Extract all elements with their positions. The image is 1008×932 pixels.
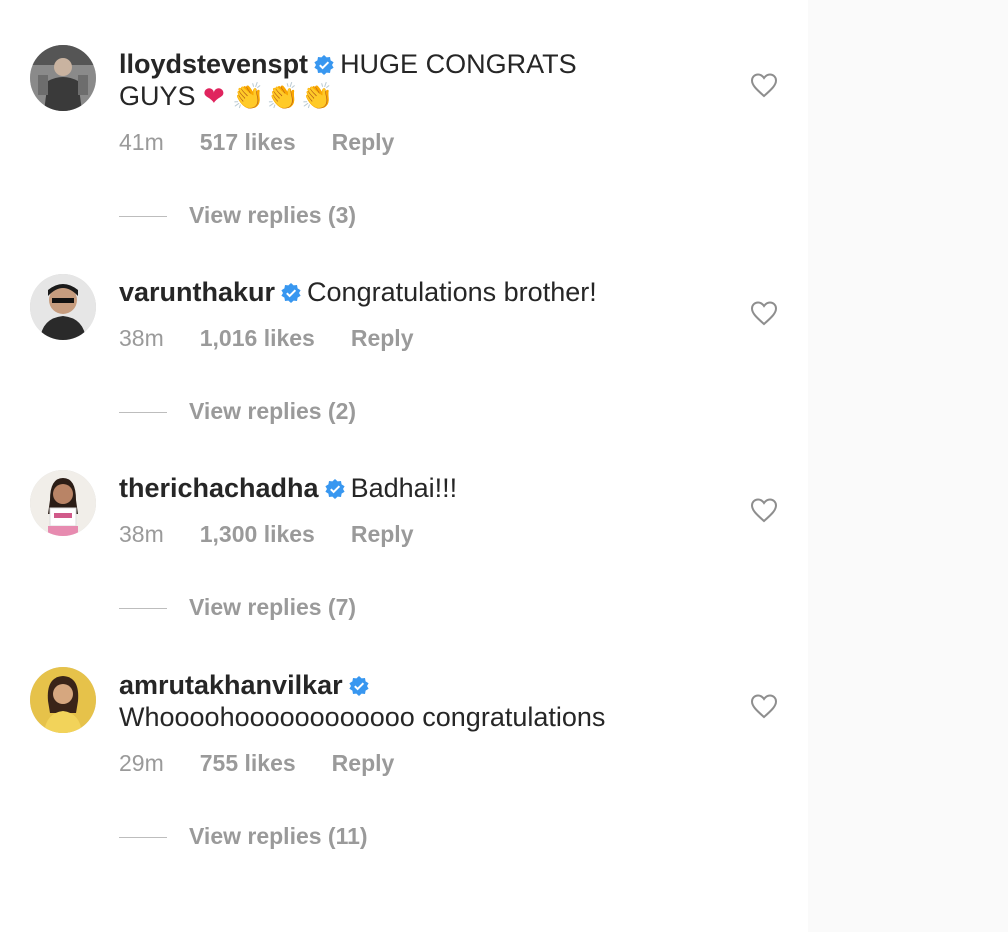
like-heart-icon[interactable] [750,497,778,523]
avatar[interactable] [30,470,96,536]
comment-time: 41m [119,129,164,155]
like-count[interactable]: 755 likes [200,750,296,776]
view-replies-label[interactable]: View replies (2) [189,398,356,424]
like-heart-icon[interactable] [750,693,778,719]
avatar[interactable] [30,667,96,733]
comment-text: Badhai!!! [350,473,458,503]
view-replies-button[interactable]: View replies (7) [119,594,356,621]
avatar[interactable] [30,274,96,340]
comment-time: 38m [119,521,164,547]
divider-line [119,216,167,218]
reply-button[interactable]: Reply [351,521,414,547]
like-count[interactable]: 517 likes [200,129,296,155]
username[interactable]: amrutakhanvilkar [119,670,343,700]
comment-time: 29m [119,750,164,776]
clap-emoji: 👏👏👏 [232,81,336,111]
reply-button[interactable]: Reply [332,129,395,155]
comment-text: Congratulations brother! [307,277,597,307]
avatar[interactable] [30,45,96,111]
divider-line [119,608,167,610]
view-replies-label[interactable]: View replies (3) [189,202,356,228]
verified-badge-icon [349,676,369,696]
comment-text: Whoooohoooooooooooo congratulations [119,702,606,732]
reply-button[interactable]: Reply [351,325,414,351]
verified-badge-icon [324,479,345,499]
view-replies-button[interactable]: View replies (2) [119,398,356,425]
right-background-strip [808,0,1008,932]
comment-text: HUGE CONGRATS [340,49,577,79]
like-count[interactable]: 1,300 likes [200,521,315,547]
view-replies-button[interactable]: View replies (11) [119,823,368,850]
divider-line [119,412,167,414]
like-heart-icon[interactable] [750,300,778,326]
view-replies-label[interactable]: View replies (7) [189,594,356,620]
view-replies-button[interactable]: View replies (3) [119,202,356,229]
verified-badge-icon [314,55,334,75]
reply-button[interactable]: Reply [332,750,395,776]
username[interactable]: therichachadha [119,473,319,503]
like-count[interactable]: 1,016 likes [200,325,315,351]
comment-time: 38m [119,325,164,351]
like-heart-icon[interactable] [750,72,778,98]
divider-line [119,837,167,839]
username[interactable]: varunthakur [119,277,275,307]
username[interactable]: lloydstevenspt [119,49,308,79]
comment-text-continued: GUYS [119,81,196,111]
verified-badge-icon [281,283,301,303]
view-replies-label[interactable]: View replies (11) [189,823,368,849]
heart-emoji: ❤ [203,81,225,111]
